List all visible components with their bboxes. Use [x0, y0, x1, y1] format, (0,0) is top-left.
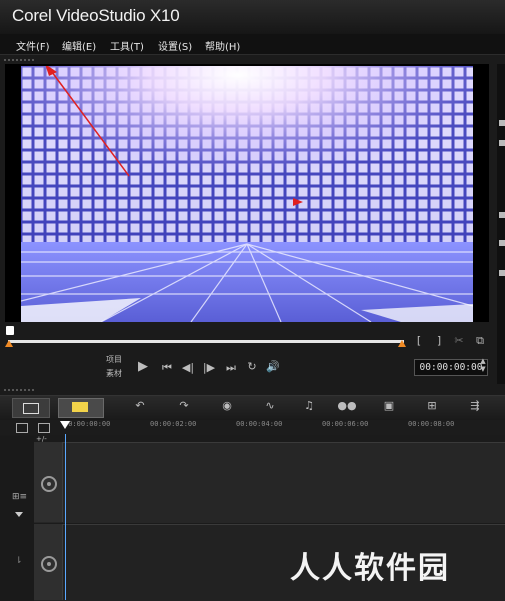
menu-tools[interactable]: 工具(T) [110, 38, 144, 53]
motion-track-icon[interactable]: ●● [337, 399, 357, 415]
timecode-stepper-icon[interactable]: ▲ ▼ [479, 357, 487, 373]
side-icon[interactable] [499, 140, 505, 146]
sound-mixer-icon[interactable]: ∿ [260, 399, 280, 415]
previous-frame-icon[interactable]: ◀| [181, 361, 195, 374]
playhead-line[interactable] [65, 434, 66, 600]
menu-settings[interactable]: 设置(S) [158, 38, 192, 53]
scrub-bar[interactable] [8, 340, 404, 343]
ruler-tick: 00:00:06:00 [322, 420, 369, 428]
play-icon[interactable]: ▶ [136, 359, 150, 374]
redo-icon[interactable]: ↷ [176, 399, 192, 415]
multi-camera-icon[interactable]: ⊞ [423, 399, 441, 415]
storyboard-view-icon [23, 403, 39, 414]
ruler-tick: 00:00:00:00 [64, 420, 111, 428]
record-capture-icon[interactable]: ◉ [218, 399, 236, 415]
video-track[interactable] [34, 442, 505, 523]
app-title: Corel VideoStudio X10 [12, 6, 180, 25]
playhead-handle[interactable] [60, 421, 70, 429]
ruler-tick: 00:00:08:00 [408, 420, 455, 428]
ruler-tick: 00:00:04:00 [236, 420, 283, 428]
chapter-point-icon[interactable] [38, 423, 50, 433]
side-icon[interactable] [499, 240, 505, 246]
repeat-icon[interactable]: ↻ [245, 360, 259, 373]
menu-edit[interactable]: 编辑(E) [62, 38, 96, 53]
undo-icon[interactable]: ↶ [132, 399, 148, 415]
mark-in-icon[interactable]: [ [414, 334, 424, 347]
watermark-text: 人人软件园 [290, 551, 450, 586]
trim-end-marker[interactable] [398, 340, 406, 347]
auto-music-icon[interactable]: ♫ [300, 399, 318, 415]
track-manager-icon[interactable] [16, 423, 28, 433]
next-frame-icon[interactable]: |▶ [202, 361, 216, 374]
volume-icon[interactable]: 🔊 [266, 360, 280, 373]
scrub-handle[interactable] [6, 326, 14, 335]
end-icon[interactable]: ⏭ [224, 361, 238, 375]
clip-mode-label[interactable]: 素材 [106, 368, 122, 379]
enlarge-preview-icon[interactable]: ⧉ [474, 334, 486, 348]
menu-help[interactable]: 帮助(H) [205, 38, 240, 53]
side-icon[interactable] [499, 120, 505, 126]
track-lock-icon[interactable]: ⊞≡ [12, 492, 27, 502]
timeline-view-icon [72, 402, 88, 412]
panel-grip[interactable] [3, 389, 35, 391]
side-icon[interactable] [499, 212, 505, 218]
side-icon[interactable] [499, 270, 505, 276]
track-visibility-icon[interactable]: ⇂ [15, 556, 23, 566]
time-remapping-icon[interactable]: ⇶ [466, 399, 484, 415]
timecode-display[interactable]: 00:00:00:00 [414, 359, 488, 376]
film-reel-icon [41, 476, 57, 492]
track-header-panel [0, 436, 34, 600]
trim-start-marker[interactable] [5, 340, 13, 347]
subtitle-editor-icon[interactable]: ▣ [380, 399, 398, 415]
title-bar: Corel VideoStudio X10 [0, 0, 505, 34]
chevron-down-icon[interactable] [15, 512, 23, 517]
panel-grip[interactable] [3, 59, 35, 61]
ruler-tick: 00:00:02:00 [150, 420, 197, 428]
project-mode-label[interactable]: 项目 [106, 354, 122, 365]
film-reel-icon [41, 556, 57, 572]
home-icon[interactable]: ⏮ [160, 361, 174, 375]
side-panel-edge[interactable] [497, 64, 505, 384]
split-clip-icon[interactable]: ✂ [453, 334, 465, 347]
menu-file[interactable]: 文件(F) [16, 38, 50, 53]
mark-out-icon[interactable]: ] [434, 334, 444, 347]
menu-bar: 文件(F) 编辑(E) 工具(T) 设置(S) 帮助(H) [0, 34, 505, 55]
preview-image [21, 66, 473, 322]
